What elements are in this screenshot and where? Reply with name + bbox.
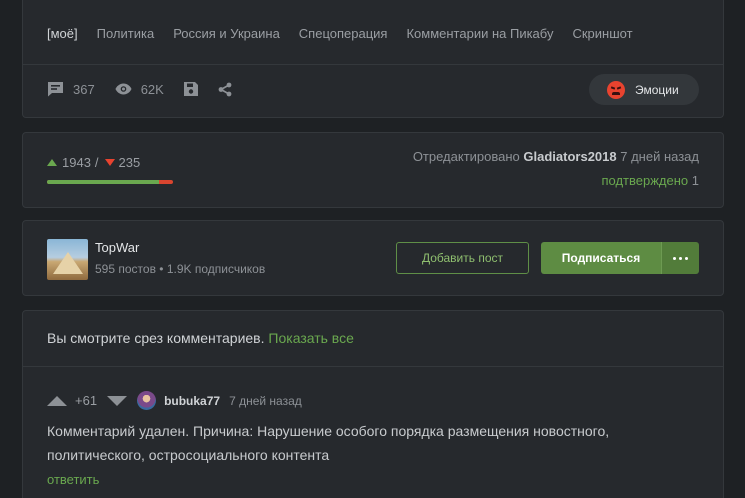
comment-upvote-button[interactable] — [47, 395, 67, 406]
stats-bullet: • — [159, 262, 164, 276]
divider — [23, 366, 723, 367]
community-posts: 595 постов — [95, 262, 156, 276]
rating-bar-positive — [47, 180, 160, 184]
comment-time: 7 дней назад — [229, 393, 302, 408]
community-subscribers: 1.9K подписчиков — [166, 262, 266, 276]
add-post-button[interactable]: Добавить пост — [396, 242, 529, 274]
comment-author[interactable]: bubuka77 — [164, 394, 220, 408]
more-options-button[interactable] — [661, 242, 699, 274]
tag-moe[interactable]: [моё] — [47, 26, 78, 41]
downvote-arrow-icon — [104, 159, 115, 166]
community-card: TopWar 595 постов • 1.9K подписчиков Доб… — [22, 220, 724, 296]
downvotes-count: 235 — [118, 155, 141, 170]
community-avatar[interactable] — [47, 239, 88, 280]
save-button[interactable] — [183, 82, 198, 96]
post-footer-card: [моё] Политика Россия и Украина Спецопер… — [22, 0, 724, 118]
tag-screenshot[interactable]: Скриншот — [572, 26, 632, 41]
share-icon — [218, 82, 232, 96]
eye-icon — [115, 83, 132, 95]
reply-link[interactable]: ответить — [47, 472, 99, 487]
angry-face-icon — [607, 80, 625, 99]
subscribe-button[interactable]: Подписаться — [541, 242, 661, 274]
tag-politics[interactable]: Политика — [97, 26, 155, 41]
upvote-arrow-icon — [47, 159, 57, 166]
rating-card: 1943 / 235 Отредактировано Gladiators201… — [22, 132, 724, 208]
comments-slice-note: Вы смотрите срез комментариев. Показать … — [47, 330, 354, 346]
confirmed-count: 1 — [691, 173, 699, 188]
more-dots-icon — [673, 256, 688, 260]
confirmed-link[interactable]: подтверждено — [601, 173, 688, 188]
save-icon — [183, 82, 198, 96]
tag-russia-ukraine[interactable]: Россия и Украина — [173, 26, 280, 41]
tag-pikabu-comments[interactable]: Комментарии на Пикабу — [406, 26, 553, 41]
edited-prefix: Отредактировано — [412, 149, 520, 164]
comments-count: 367 — [73, 81, 95, 97]
edited-by-user[interactable]: Gladiators2018 — [523, 149, 616, 164]
edited-info: Отредактировано Gladiators2018 7 дней на… — [413, 149, 699, 164]
rating-bar — [47, 180, 173, 184]
community-stats: 595 постов • 1.9K подписчиков — [95, 262, 265, 276]
rating-summary: 1943 / 235 — [47, 155, 140, 170]
divider — [23, 64, 723, 65]
views-count: 62K — [140, 81, 164, 97]
comment-score: +61 — [75, 393, 98, 408]
views-indicator: 62K — [115, 82, 164, 97]
tag-special-operation[interactable]: Спецоперация — [299, 26, 388, 41]
community-name[interactable]: TopWar — [95, 240, 139, 255]
rating-separator: / — [94, 155, 99, 170]
edited-time: 7 дней назад — [620, 149, 699, 164]
comment-downvote-button[interactable] — [107, 395, 128, 406]
comment-header: +61 bubuka77 7 дней назад — [47, 391, 302, 410]
share-button[interactable] — [218, 82, 232, 97]
show-all-link[interactable]: Показать все — [268, 330, 353, 346]
confirmed-info: подтверждено 1 — [601, 173, 699, 188]
comment-body: Комментарий удален. Причина: Нарушение о… — [47, 423, 610, 463]
comment-icon — [48, 82, 63, 97]
post-actions: 367 62K — [47, 81, 252, 97]
emotions-label: Эмоции — [635, 82, 679, 97]
upvotes-count: 1943 — [62, 155, 91, 170]
comments-card: Вы смотрите срез комментариев. Показать … — [22, 310, 724, 498]
tag-list: [моё] Политика Россия и Украина Спецопер… — [47, 26, 652, 41]
avatar[interactable] — [137, 391, 157, 410]
slice-note-text: Вы смотрите срез комментариев. — [47, 330, 265, 346]
emotions-button[interactable]: Эмоции — [589, 74, 699, 105]
comments-button[interactable]: 367 — [47, 81, 95, 97]
